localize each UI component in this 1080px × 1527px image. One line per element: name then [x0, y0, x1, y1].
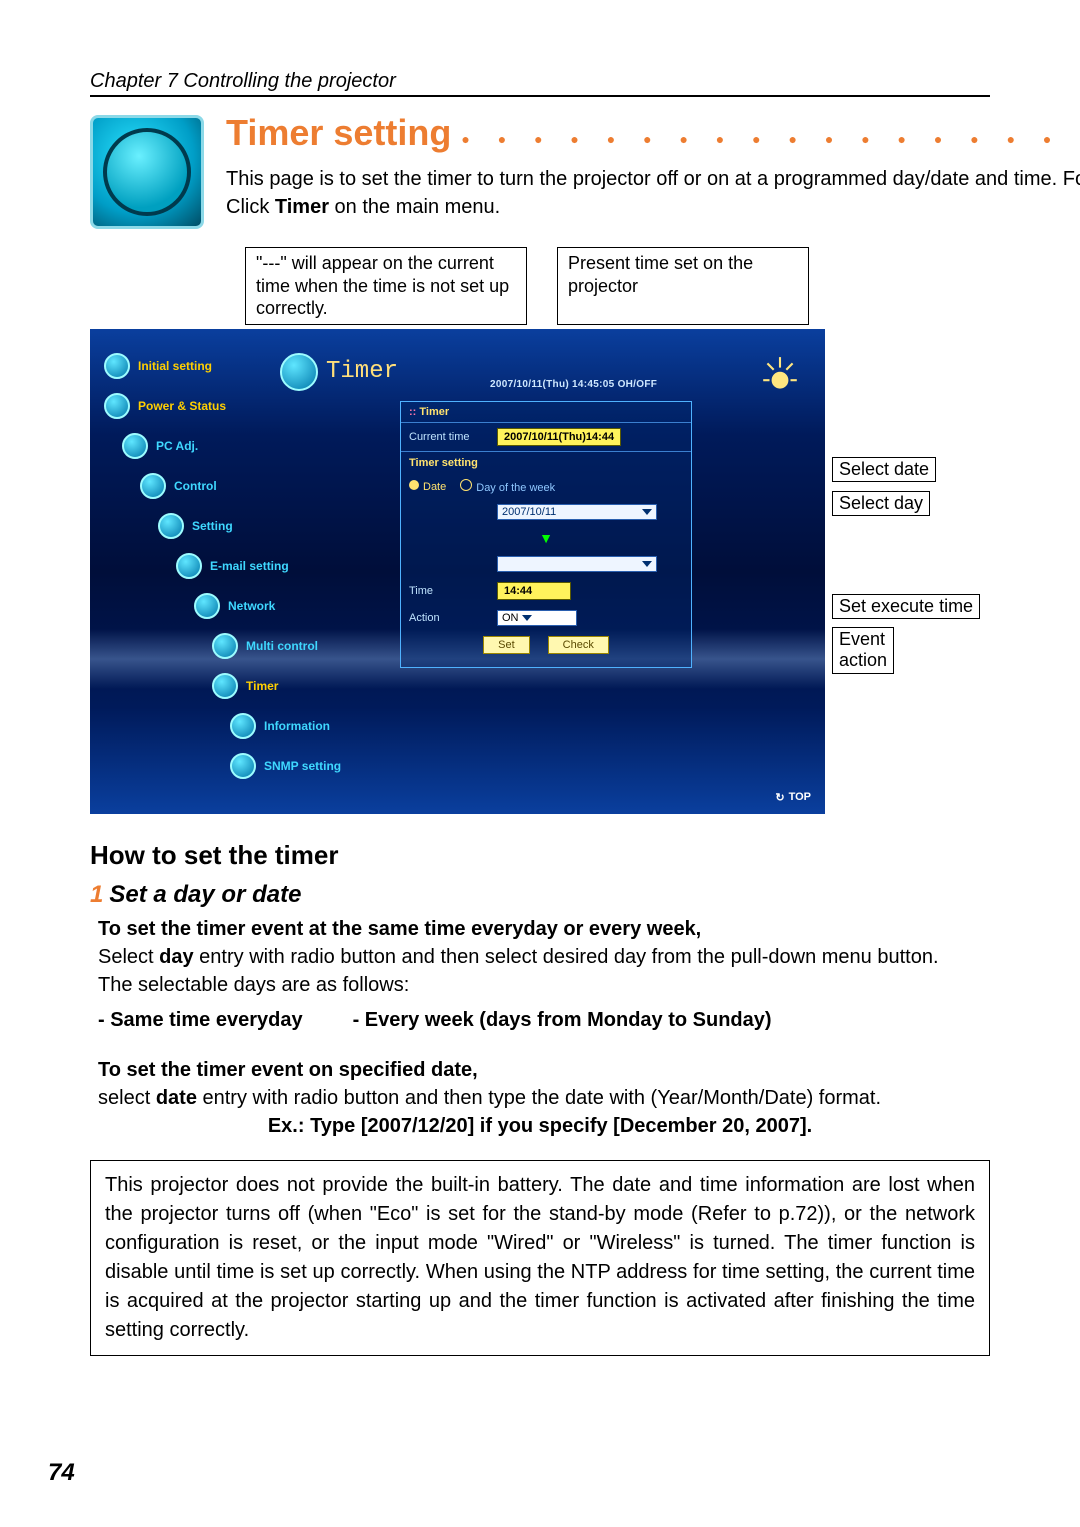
step1-p5: select date entry with radio button and … [98, 1084, 982, 1112]
sun-icon [759, 355, 801, 397]
callout-present-time: Present time set on the projector [557, 247, 809, 325]
page-number: 74 [48, 1459, 75, 1487]
page-title: Timer setting [226, 115, 451, 151]
top-link[interactable]: ↻ TOP [775, 791, 811, 804]
sidebar-item-pcadj[interactable]: PC Adj. [122, 433, 341, 459]
clock-icon [280, 353, 318, 391]
step1-p4: To set the timer event on specified date… [98, 1056, 982, 1084]
chevron-down-icon [642, 509, 652, 515]
sidebar-item-email[interactable]: E-mail setting [176, 553, 341, 579]
callout-event-action: Eventaction [832, 627, 894, 674]
option-same-time: - Same time everyday [98, 1009, 303, 1032]
time-label: Time [409, 585, 489, 597]
sidebar-item-network[interactable]: Network [194, 593, 341, 619]
chapter-heading: Chapter 7 Controlling the projector [90, 70, 990, 97]
sidebar-item-setting[interactable]: Setting [158, 513, 341, 539]
timer-panel-header: :: Timer [401, 402, 691, 423]
sidebar-item-power[interactable]: Power & Status [104, 393, 341, 419]
time-input[interactable]: 14:44 [497, 582, 571, 600]
radio-date[interactable]: Date [409, 480, 446, 493]
day-dropdown[interactable] [497, 556, 657, 572]
radio-day[interactable]: Day of the week [460, 479, 555, 494]
arrow-down-icon: ▼ [539, 530, 553, 546]
sidebar-item-timer[interactable]: Timer [212, 673, 341, 699]
sidebar-item-multi[interactable]: Multi control [212, 633, 341, 659]
current-time-label: Current time [409, 431, 489, 443]
sidebar: Initial setting Power & Status PC Adj. C… [104, 339, 341, 793]
step1-p3: The selectable days are as follows: [98, 971, 982, 999]
callout-select-day: Select day [832, 491, 930, 516]
screenshot-region: Initial setting Power & Status PC Adj. C… [90, 329, 825, 814]
timer-panel: :: Timer Current time 2007/10/11(Thu)14:… [400, 401, 692, 668]
set-button[interactable]: Set [483, 636, 530, 654]
callout-set-execute: Set execute time [832, 594, 980, 619]
note-box: This projector does not provide the buil… [90, 1160, 990, 1356]
description-text: This page is to set the timer to turn th… [226, 165, 1080, 221]
present-time-bar: 2007/10/11(Thu) 14:45:05 OH/OFF [490, 379, 657, 390]
callout-current-time-note: "---" will appear on the current time wh… [245, 247, 527, 325]
check-button[interactable]: Check [548, 636, 609, 654]
example-line: Ex.: Type [2007/12/20] if you specify [D… [98, 1112, 982, 1140]
action-select[interactable]: ON [497, 610, 577, 626]
action-label: Action [409, 612, 489, 624]
step-1-heading: 1Set a day or date [90, 881, 990, 909]
how-to-heading: How to set the timer [90, 840, 990, 871]
chevron-down-icon [522, 615, 532, 621]
step1-p1: To set the timer event at the same time … [98, 915, 982, 943]
current-time-value: 2007/10/11(Thu)14:44 [497, 428, 621, 446]
panel-title: Timer [280, 353, 398, 391]
chevron-down-icon [642, 561, 652, 567]
decorative-dots: ● ● ● ● ● ● ● ● ● ● ● ● ● ● ● ● ● ● ● ● … [461, 131, 1080, 151]
step1-p2: Select day entry with radio button and t… [98, 943, 982, 971]
timer-setting-header: Timer setting [401, 451, 691, 474]
clock-icon [90, 115, 204, 229]
sidebar-item-control[interactable]: Control [140, 473, 341, 499]
sidebar-item-snmp[interactable]: SNMP setting [230, 753, 341, 779]
sidebar-item-info[interactable]: Information [230, 713, 341, 739]
date-dropdown[interactable]: 2007/10/11 [497, 504, 657, 520]
callout-select-date: Select date [832, 457, 936, 482]
option-every-week: - Every week (days from Monday to Sunday… [353, 1009, 772, 1032]
